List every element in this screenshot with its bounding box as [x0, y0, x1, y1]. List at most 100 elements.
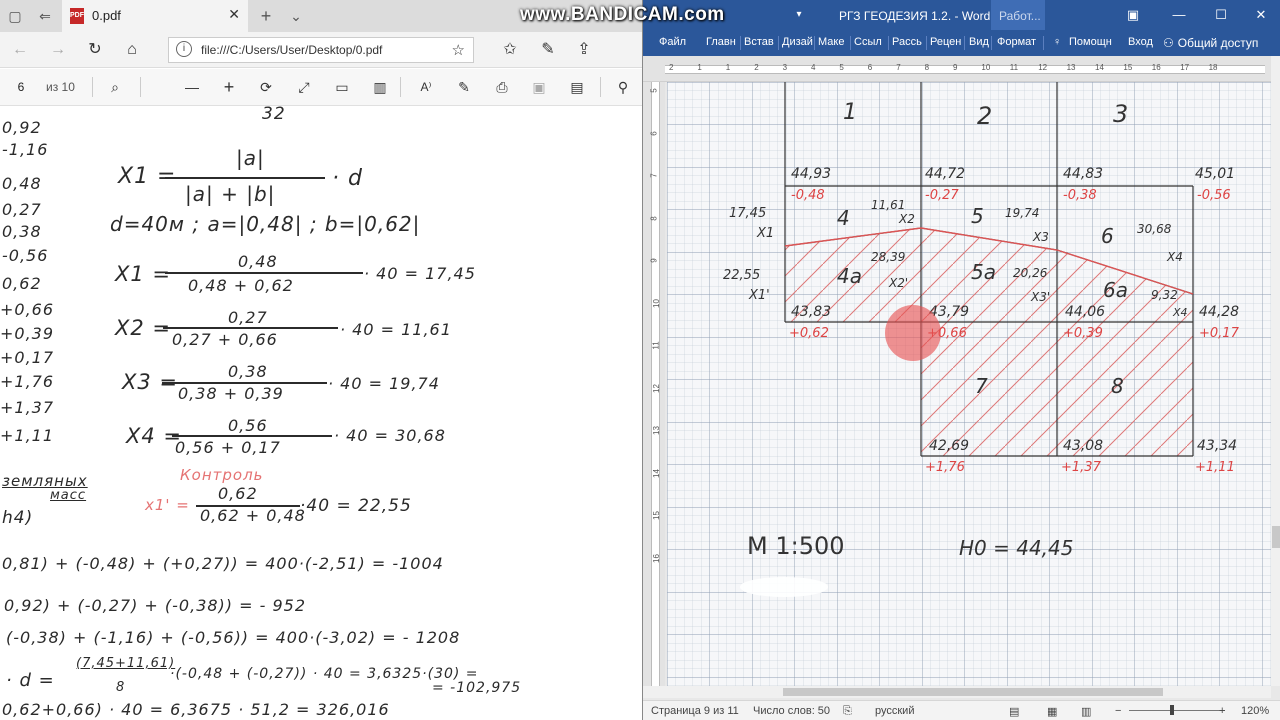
document-canvas[interactable]: 1 2 3 44,93 -0,48 44,72 -0,27 44,83 -0,3…: [667, 82, 1271, 686]
tab-references[interactable]: Ссыл: [854, 36, 882, 48]
minimize-icon[interactable]: —: [1169, 5, 1189, 25]
h0-label: H0 = 44,45: [959, 536, 1074, 560]
page-number-input[interactable]: 6: [8, 77, 34, 97]
ruler-number: 12: [651, 383, 661, 393]
close-window-icon[interactable]: ✕: [1251, 5, 1271, 25]
watermark: www.BANDICAM.com: [520, 4, 725, 25]
refresh-icon[interactable]: ↻: [85, 40, 105, 60]
read-mode-icon[interactable]: ▤: [1009, 705, 1019, 718]
draw-icon[interactable]: ✎: [455, 78, 473, 96]
zoom-out-icon[interactable]: −: [1115, 705, 1121, 717]
ruler-number: 12: [1038, 63, 1048, 72]
earth-heading-2: масс: [50, 488, 87, 503]
save-icon[interactable]: ▣: [530, 78, 548, 96]
star-icon[interactable]: ☆: [452, 41, 465, 59]
x4-den: 0,56 + 0,17: [175, 438, 281, 457]
x1-result: · 40 = 17,45: [364, 264, 476, 283]
x2-num: 0,27: [228, 308, 268, 327]
maximize-icon[interactable]: ☐: [1211, 5, 1231, 25]
tab-insert[interactable]: Встав: [744, 36, 774, 48]
ruler-number: 17: [1180, 63, 1190, 72]
left-column-value: -1,16: [2, 140, 49, 159]
web-layout-icon[interactable]: ▥: [1081, 705, 1091, 718]
tab-layout[interactable]: Маке: [818, 36, 844, 48]
back-tabs-icon[interactable]: ⇐: [36, 7, 54, 25]
zoom-slider[interactable]: [1129, 710, 1225, 711]
status-language[interactable]: русский: [875, 705, 914, 717]
ribbon-display-icon[interactable]: ▣: [1123, 5, 1143, 25]
zoom-in-icon[interactable]: +: [220, 78, 238, 96]
ribbon-divider: [778, 36, 779, 50]
new-tab-icon[interactable]: +: [257, 7, 275, 25]
tell-me-label[interactable]: Помощн: [1069, 36, 1112, 48]
address-url[interactable]: file:///C:/Users/User/Desktop/0.pdf: [201, 43, 382, 57]
side-label: 11,61: [871, 198, 906, 212]
share-icon[interactable]: ⇪: [574, 40, 594, 60]
toolbar-divider: [600, 77, 601, 97]
horizontal-scrollbar[interactable]: [643, 686, 1271, 698]
quick-access-chevron-icon[interactable]: ▾: [789, 5, 809, 25]
tab-file[interactable]: Файл: [659, 36, 686, 48]
tab-active[interactable]: PDF 0.pdf ✕: [62, 0, 248, 32]
vertical-scrollbar[interactable]: [1271, 56, 1280, 686]
status-page[interactable]: Страница 9 из 11: [651, 705, 739, 717]
two-page-icon[interactable]: ▥: [371, 78, 389, 96]
fraction-line: [172, 435, 332, 437]
tab-set-aside-icon[interactable]: ▢: [6, 7, 24, 25]
sum-line-4a: · d =: [6, 670, 55, 691]
search-icon[interactable]: ⌕: [106, 78, 124, 96]
read-aloud-icon[interactable]: A⁾: [417, 78, 435, 96]
horizontal-ruler[interactable]: 2 1 1 2 3 4 5 6 7 8 9 10 11 12 13 14 15 16 17 18: [643, 56, 1280, 82]
side-label: 30,68: [1137, 222, 1172, 236]
zoom-in-icon[interactable]: +: [1219, 705, 1225, 717]
pen-icon[interactable]: ✎: [538, 40, 558, 60]
tab-view[interactable]: Вид: [969, 36, 989, 48]
work-top: -0,38: [1063, 188, 1097, 203]
pin-icon[interactable]: ⚲: [614, 78, 632, 96]
favorites-icon[interactable]: ✩: [500, 40, 520, 60]
home-icon[interactable]: ⌂: [122, 40, 142, 60]
print-layout-icon[interactable]: ▦: [1047, 705, 1057, 718]
zoom-level[interactable]: 120%: [1241, 705, 1269, 717]
x1-num: 0,48: [238, 252, 278, 271]
proofing-icon[interactable]: ⎘: [843, 705, 852, 718]
control-lhs: x1' =: [145, 496, 190, 514]
vertical-ruler[interactable]: 5 6 7 8 9 10 11 12 13 14 15 16: [643, 82, 665, 686]
status-words[interactable]: Число слов: 50: [753, 705, 830, 717]
sign-in-link[interactable]: Вход: [1128, 36, 1153, 48]
work-mid: +0,62: [789, 326, 829, 341]
share-button[interactable]: ⚇ Общий доступ: [1163, 33, 1273, 53]
side-label: 20,26: [1013, 266, 1048, 280]
zoom-out-icon[interactable]: —: [183, 78, 201, 96]
toolbar-divider: [400, 77, 401, 97]
tab-design[interactable]: Дизай: [782, 36, 813, 48]
control-result: ·40 = 22,55: [300, 496, 412, 516]
page-view-icon[interactable]: ▭: [333, 78, 351, 96]
lightbulb-icon[interactable]: ♀: [1053, 36, 1061, 48]
print-icon[interactable]: ⎙: [493, 78, 511, 96]
word-title-bar: ▾ РГЗ ГЕОДЕЗИЯ 1.2. - Word Работ... ▣ — …: [643, 0, 1280, 30]
scroll-thumb[interactable]: [783, 688, 1163, 696]
tab-format[interactable]: Формат: [997, 36, 1036, 48]
chevron-down-icon[interactable]: ⌄: [287, 7, 305, 25]
scroll-thumb[interactable]: [1272, 526, 1280, 548]
side-label: 22,55: [723, 268, 761, 283]
ruler-number: 1: [697, 63, 702, 72]
zoom-slider-thumb[interactable]: [1170, 705, 1174, 715]
tab-mailings[interactable]: Рассь: [892, 36, 922, 48]
address-bar[interactable]: i file:///C:/Users/User/Desktop/0.pdf ☆: [168, 37, 474, 63]
rotate-icon[interactable]: ⟳: [257, 78, 275, 96]
height-top: 44,93: [791, 166, 832, 182]
forward-icon[interactable]: →: [48, 40, 68, 60]
height-top: 44,83: [1063, 166, 1104, 182]
tab-home[interactable]: Главн: [706, 36, 736, 48]
close-icon[interactable]: ✕: [228, 6, 240, 23]
ruler-number: 8: [649, 215, 659, 221]
height-mid: 44,06: [1065, 304, 1106, 320]
save-as-icon[interactable]: ▤: [568, 78, 586, 96]
back-icon[interactable]: ←: [10, 40, 30, 60]
info-icon[interactable]: i: [176, 41, 192, 57]
page-count: из 10: [46, 80, 75, 94]
fit-page-icon[interactable]: ⤢: [295, 78, 313, 96]
tab-review[interactable]: Рецен: [930, 36, 961, 48]
